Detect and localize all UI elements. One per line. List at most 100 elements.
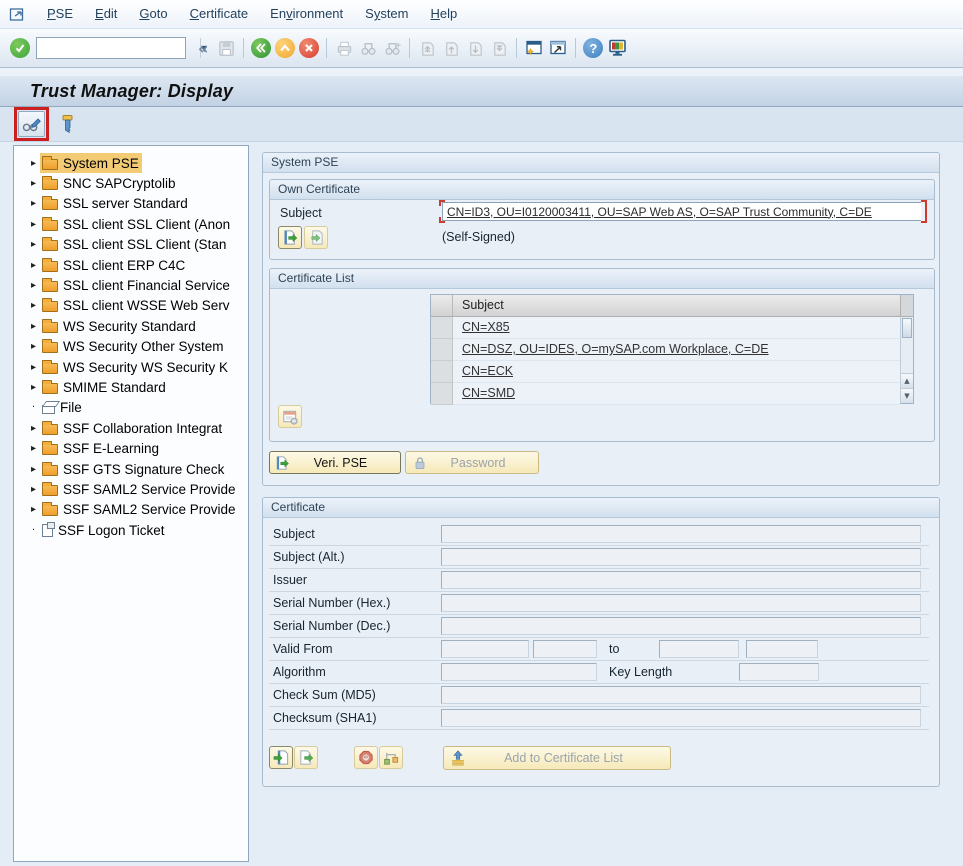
display-change-button[interactable] <box>18 111 45 137</box>
certificate-row[interactable]: CN=SMD <box>431 383 900 405</box>
own-subject-field[interactable]: CN=ID3, OU=I0120003411, OU=SAP Web AS, O… <box>442 202 924 221</box>
tree-item[interactable]: ▸ SSF SAML2 Service Provide <box>14 479 248 499</box>
help-icon[interactable]: ? <box>581 35 605 61</box>
remove-certificate-button[interactable] <box>278 405 302 428</box>
row-selector[interactable] <box>431 361 453 383</box>
serial-hex-field[interactable] <box>441 594 921 612</box>
scrollbar-thumb[interactable] <box>902 318 912 338</box>
tree-item[interactable]: ▸ SSL client SSL Client (Anon <box>14 214 248 234</box>
algorithm-field[interactable] <box>441 663 597 681</box>
create-shortcut-icon[interactable] <box>546 35 570 61</box>
tree-item[interactable]: ▸ SSL client ERP C4C <box>14 255 248 275</box>
tree-item[interactable]: ▸ WS Security Other System <box>14 337 248 357</box>
row-selector[interactable] <box>431 317 453 339</box>
expander-icon[interactable]: ▸ <box>27 464 40 475</box>
tree-item[interactable]: · SSF Logon Ticket <box>14 520 248 540</box>
valid-to-date-field[interactable] <box>659 640 739 658</box>
new-session-icon[interactable] <box>522 35 546 61</box>
table-scrollbar[interactable]: ▲ ▼ <box>900 317 913 403</box>
scroll-up-icon[interactable]: ▲ <box>901 373 913 388</box>
sha1-field[interactable] <box>441 709 921 727</box>
subject-column-header[interactable]: Subject <box>453 295 900 317</box>
expander-icon[interactable]: ▸ <box>27 158 40 169</box>
certificate-row[interactable]: CN=DSZ, OU=IDES, O=mySAP.com Workplace, … <box>431 339 900 361</box>
object-relations-button[interactable] <box>379 746 403 769</box>
command-field[interactable] <box>37 38 200 58</box>
expander-icon[interactable]: ▸ <box>27 198 40 209</box>
expander-icon[interactable]: ▸ <box>27 219 40 230</box>
tree-item[interactable]: ▸ WS Security Standard <box>14 316 248 336</box>
expander-icon[interactable]: · <box>27 402 40 413</box>
print-icon[interactable] <box>332 35 356 61</box>
valid-from-time-field[interactable] <box>533 640 597 658</box>
tree-item[interactable]: ▸ SSL client WSSE Web Serv <box>14 296 248 316</box>
certificate-row[interactable]: CN=X85 <box>431 317 900 339</box>
expander-icon[interactable]: ▸ <box>27 300 40 311</box>
tree-item[interactable]: ▸ SSL server Standard <box>14 194 248 214</box>
import-certificate-button[interactable] <box>269 746 293 769</box>
exit-icon[interactable] <box>273 35 297 61</box>
expander-icon[interactable]: ▸ <box>27 239 40 250</box>
expander-icon[interactable]: ▸ <box>27 504 40 515</box>
system-menu-icon[interactable] <box>9 7 26 22</box>
menu-item[interactable]: Edit <box>84 0 128 28</box>
expander-icon[interactable]: · <box>27 525 40 536</box>
valid-from-date-field[interactable] <box>441 640 529 658</box>
menu-item[interactable]: Environment <box>259 0 354 28</box>
collapse-toolbar-icon[interactable]: « <box>192 39 214 58</box>
export-certificate-button[interactable] <box>294 746 318 769</box>
expander-icon[interactable]: ▸ <box>27 260 40 271</box>
customize-layout-icon[interactable] <box>605 35 629 61</box>
import-own-certificate-button[interactable] <box>304 226 328 249</box>
tree-item[interactable]: ▸ SSF SAML2 Service Provide <box>14 500 248 520</box>
page-down-icon[interactable] <box>463 35 487 61</box>
password-button[interactable]: Password <box>405 451 539 474</box>
find-icon[interactable] <box>356 35 380 61</box>
tree-item[interactable]: ▸ SMIME Standard <box>14 377 248 397</box>
expander-icon[interactable]: ▸ <box>27 423 40 434</box>
certificate-subject-link[interactable]: CN=SMD <box>462 383 515 404</box>
expander-icon[interactable]: ▸ <box>27 484 40 495</box>
export-own-certificate-button[interactable] <box>278 226 302 249</box>
serial-dec-field[interactable] <box>441 617 921 635</box>
row-selector[interactable] <box>431 383 453 405</box>
expander-icon[interactable]: ▸ <box>27 321 40 332</box>
tree-item[interactable]: ▸ SSL client SSL Client (Stan <box>14 235 248 255</box>
enter-button[interactable] <box>8 35 32 61</box>
tree-item[interactable]: ▸ SSF E-Learning <box>14 438 248 458</box>
expander-icon[interactable]: ▸ <box>27 443 40 454</box>
stop-button[interactable] <box>354 746 378 769</box>
menu-item[interactable]: Help <box>419 0 468 28</box>
first-page-icon[interactable] <box>415 35 439 61</box>
page-up-icon[interactable] <box>439 35 463 61</box>
certificate-subject-link[interactable]: CN=ECK <box>462 361 513 382</box>
select-all-column-header[interactable] <box>431 295 453 317</box>
md5-field[interactable] <box>441 686 921 704</box>
find-next-icon[interactable] <box>380 35 404 61</box>
verify-pse-button[interactable]: Veri. PSE <box>269 451 401 474</box>
issuer-field[interactable] <box>441 571 921 589</box>
menu-item[interactable]: Goto <box>128 0 178 28</box>
valid-to-time-field[interactable] <box>746 640 818 658</box>
menu-item[interactable]: System <box>354 0 419 28</box>
expander-icon[interactable]: ▸ <box>27 280 40 291</box>
expander-icon[interactable]: ▸ <box>27 362 40 373</box>
saw-button[interactable] <box>55 112 79 136</box>
tree-item[interactable]: ▸ SNC SAPCryptolib <box>14 173 248 193</box>
subject-field[interactable] <box>441 525 921 543</box>
add-to-certificate-list-button[interactable]: Add to Certificate List <box>443 746 671 770</box>
expander-icon[interactable]: ▸ <box>27 178 40 189</box>
expander-icon[interactable]: ▸ <box>27 341 40 352</box>
tree-item[interactable]: ▸ SSF GTS Signature Check <box>14 459 248 479</box>
tree-item[interactable]: ▸ SSF Collaboration Integrat <box>14 418 248 438</box>
cancel-icon[interactable] <box>297 35 321 61</box>
key-length-field[interactable] <box>739 663 819 681</box>
own-subject-link[interactable]: CN=ID3, OU=I0120003411, OU=SAP Web AS, O… <box>447 205 872 219</box>
tree-item[interactable]: ▸ SSL client Financial Service <box>14 275 248 295</box>
back-icon[interactable] <box>249 35 273 61</box>
save-icon[interactable] <box>214 35 238 61</box>
tree-item[interactable]: · File <box>14 398 248 418</box>
expander-icon[interactable]: ▸ <box>27 382 40 393</box>
menu-item[interactable]: Certificate <box>179 0 260 28</box>
certificate-subject-link[interactable]: CN=DSZ, OU=IDES, O=mySAP.com Workplace, … <box>462 339 769 360</box>
